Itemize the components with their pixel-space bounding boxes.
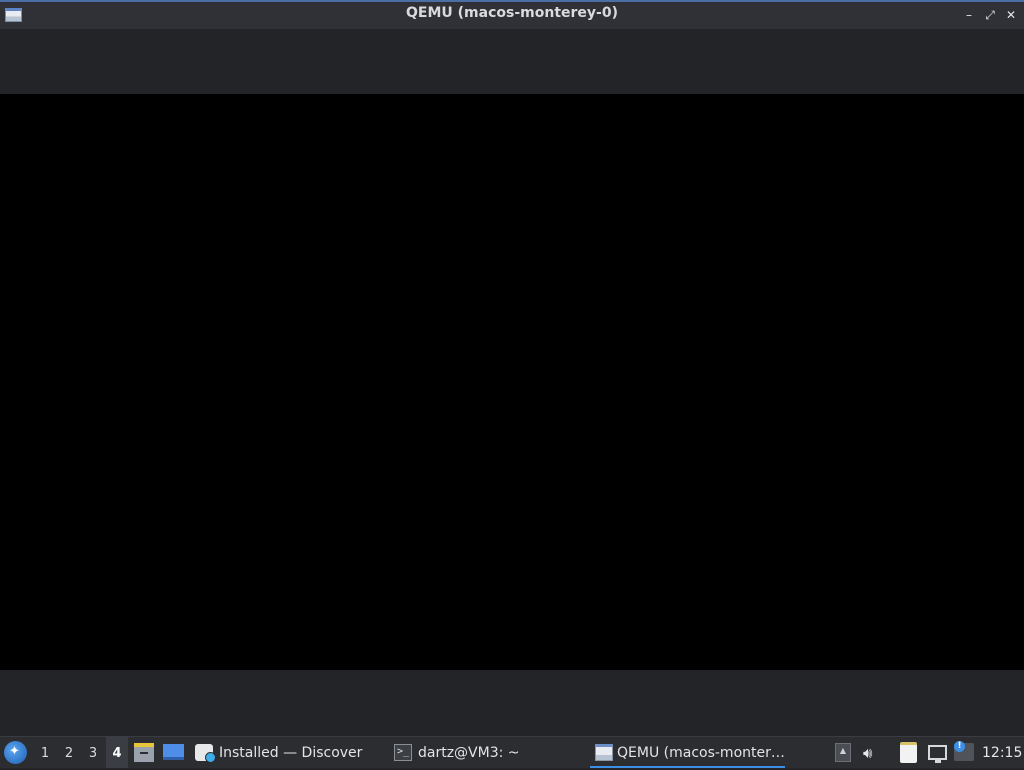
task-qemu[interactable]: QEMU (macos-monter… [590,737,785,768]
tray-expand-icon[interactable]: ▲ [835,743,851,762]
qemu-bottom-area [0,670,1024,736]
lubuntu-logo-icon: ✦ [9,744,20,759]
window-titlebar[interactable]: QEMU (macos-monterey-0) – ⤢ ✕ [0,0,1024,29]
qemu-top-area [0,29,1024,94]
task-discover[interactable]: Installed — Discover [195,737,380,768]
taskbar: ✦ 1 2 3 4 Installed — Discover >_ dartz@… [0,736,1024,768]
vm-display[interactable] [0,94,1024,670]
terminal-icon: >_ [394,744,412,761]
file-manager-launcher-icon[interactable] [134,743,154,762]
desktop-switch-4[interactable]: 4 [106,737,128,768]
start-menu-button[interactable]: ✦ [4,741,27,764]
qemu-window[interactable]: QEMU (macos-monterey-0) – ⤢ ✕ [0,0,1024,736]
volume-icon[interactable]: 🔊︎ [863,744,881,762]
notification-icon[interactable] [954,741,974,761]
close-button[interactable]: ✕ [1002,5,1020,25]
minimize-button[interactable]: – [960,5,978,25]
network-icon[interactable] [928,745,947,763]
show-desktop-icon[interactable] [163,744,184,760]
task-label: Installed — Discover [219,745,363,761]
discover-icon [195,744,216,763]
desktop-switch-2[interactable]: 2 [58,737,80,768]
task-label: QEMU (macos-monter… [617,745,785,761]
desktop-switch-1[interactable]: 1 [34,737,56,768]
clipboard-icon[interactable] [900,742,917,763]
maximize-button[interactable]: ⤢ [981,5,999,25]
desktop-switch-3[interactable]: 3 [82,737,104,768]
window-title: QEMU (macos-monterey-0) [406,5,618,21]
task-terminal[interactable]: >_ dartz@VM3: ~ [394,737,579,768]
qemu-icon [595,744,613,761]
clock[interactable]: 12:15 [982,737,1022,768]
task-label: dartz@VM3: ~ [418,745,520,761]
